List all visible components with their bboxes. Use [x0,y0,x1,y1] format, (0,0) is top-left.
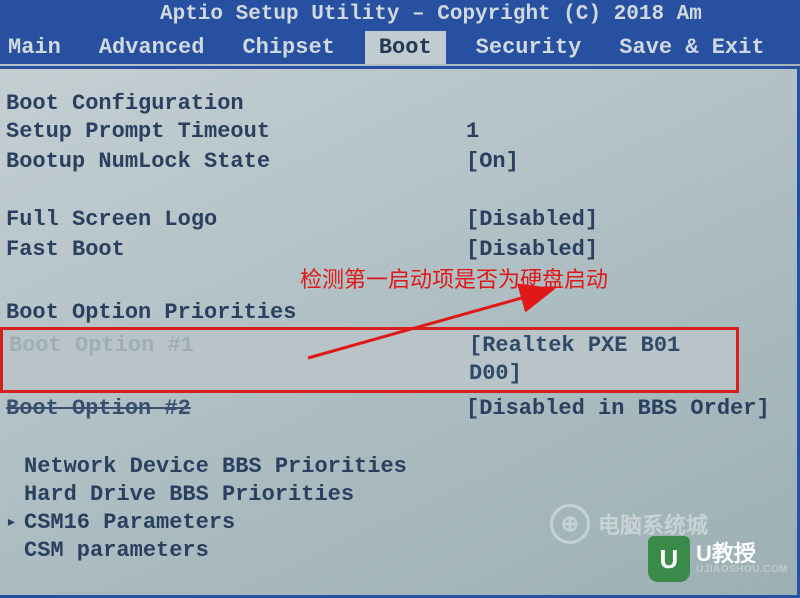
network-bbs-item[interactable]: Network Device BBS Priorities [6,453,787,481]
watermark-ujiaoshou: U U教授 UJIAOSHOU.COM [648,536,788,582]
setup-prompt-row[interactable]: Setup Prompt Timeout 1 [6,118,787,146]
boot-option-2-label: Boot Option #2 [6,395,466,423]
fastboot-value: [Disabled] [466,236,787,264]
tab-boot[interactable]: Boot [365,31,446,64]
fastboot-label: Fast Boot [6,236,466,264]
watermark-url: UJIAOSHOU.COM [696,565,788,575]
watermark-text-block: U教授 UJIAOSHOU.COM [696,543,788,575]
fullscreen-label: Full Screen Logo [6,206,466,234]
bios-title-bar: Aptio Setup Utility – Copyright (C) 2018… [0,0,800,30]
numlock-row[interactable]: Bootup NumLock State [On] [6,148,787,176]
spacer [6,178,787,206]
setup-prompt-label: Setup Prompt Timeout [6,118,466,146]
watermark-brand: U教授 [696,543,788,565]
boot-option-priorities-title: Boot Option Priorities [6,300,787,325]
numlock-value: [On] [466,148,787,176]
shield-icon: U [648,536,690,582]
tab-main[interactable]: Main [0,33,69,62]
shield-letter: U [660,544,679,575]
annotation-callout: 检测第一启动项是否为硬盘启动 [300,262,608,294]
boot-option-2-row[interactable]: Boot Option #2 [Disabled in BBS Order] [6,395,787,423]
boot-option-1-value: [Realtek PXE B01 D00] [469,332,736,388]
tab-security[interactable]: Security [468,33,590,62]
tab-advanced[interactable]: Advanced [91,33,213,62]
fullscreen-value: [Disabled] [466,206,787,234]
boot-option-1-label: Boot Option #1 [9,332,469,388]
fullscreen-logo-row[interactable]: Full Screen Logo [Disabled] [6,206,787,234]
spacer [6,425,787,453]
boot-option-1-row[interactable]: Boot Option #1 [Realtek PXE B01 D00] [0,327,739,393]
setup-prompt-value: 1 [466,118,787,146]
bios-title: Aptio Setup Utility – Copyright (C) 2018… [160,3,702,26]
globe-icon: ⊕ [550,504,590,544]
boot-configuration-title: Boot Configuration [6,91,787,116]
fast-boot-row[interactable]: Fast Boot [Disabled] [6,236,787,264]
boot-option-2-value: [Disabled in BBS Order] [466,395,787,423]
numlock-label: Bootup NumLock State [6,148,466,176]
tab-chipset[interactable]: Chipset [234,33,342,62]
tab-save-exit[interactable]: Save & Exit [611,33,772,62]
bios-tab-bar: Main Advanced Chipset Boot Security Save… [0,30,800,64]
